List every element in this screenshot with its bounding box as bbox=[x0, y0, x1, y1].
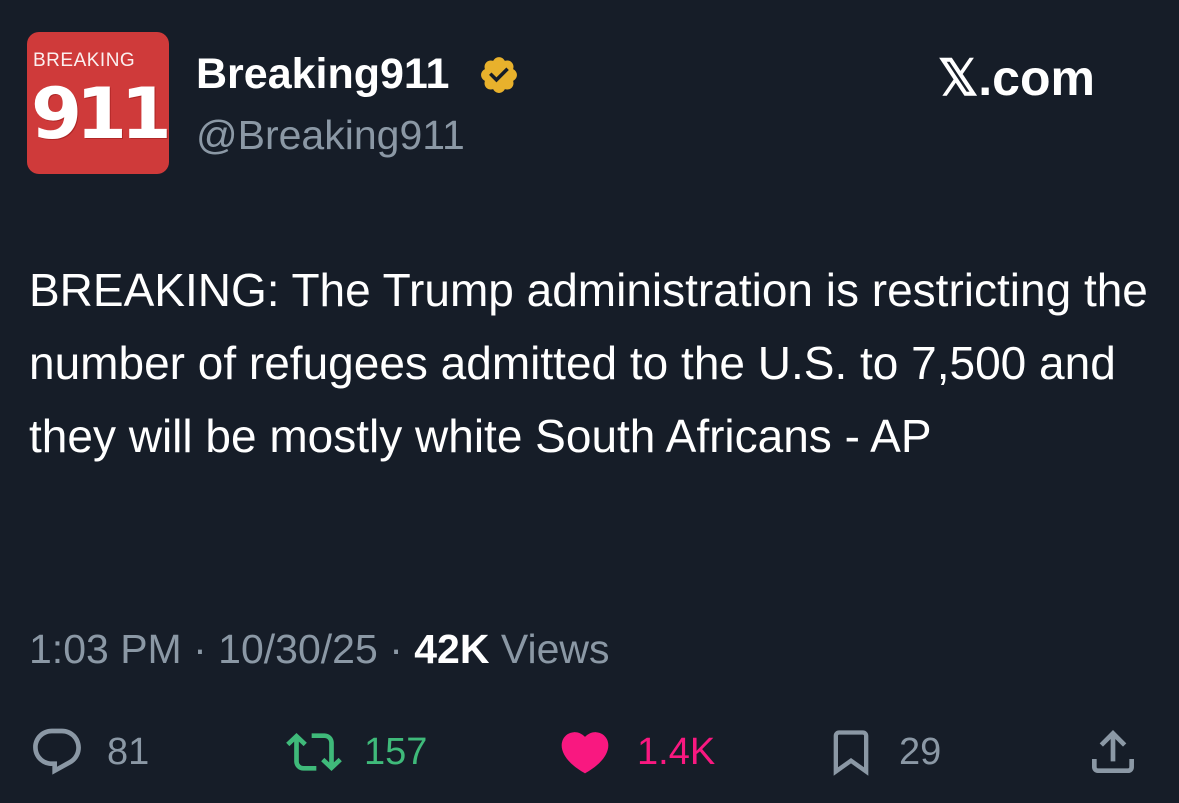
avatar-top-text: BREAKING bbox=[33, 50, 136, 71]
views-count: 42K bbox=[414, 626, 490, 672]
author-avatar[interactable]: BREAKING 911 bbox=[27, 32, 169, 174]
share-button[interactable] bbox=[1083, 724, 1143, 780]
share-icon bbox=[1092, 730, 1134, 773]
post-time[interactable]: 1:03 PM bbox=[29, 626, 182, 672]
like-button[interactable]: 1.4K bbox=[555, 724, 715, 780]
repost-count: 157 bbox=[364, 730, 428, 773]
bookmark-icon bbox=[833, 730, 869, 776]
reply-button[interactable]: 81 bbox=[29, 724, 149, 780]
author-display-name[interactable]: Breaking911 bbox=[196, 48, 449, 100]
bookmark-button[interactable]: 29 bbox=[825, 724, 941, 780]
reply-icon bbox=[33, 728, 81, 775]
x-com-brand: 𝕏.com bbox=[938, 50, 1095, 106]
bookmark-count: 29 bbox=[899, 730, 942, 773]
like-count: 1.4K bbox=[637, 730, 716, 773]
views-label: Views bbox=[500, 626, 610, 672]
repost-button[interactable]: 157 bbox=[286, 724, 427, 780]
verified-badge-icon bbox=[481, 57, 517, 93]
post-meta: 1:03 PM · 10/30/25 · 42K Views bbox=[29, 623, 610, 675]
reply-count: 81 bbox=[107, 730, 150, 773]
heart-icon bbox=[561, 732, 609, 774]
post-text: BREAKING: The Trump administration is re… bbox=[29, 264, 1148, 462]
meta-separator: · bbox=[389, 626, 403, 672]
author-handle[interactable]: @Breaking911 bbox=[196, 110, 465, 160]
repost-icon bbox=[286, 733, 342, 771]
avatar-number: 911 bbox=[31, 73, 169, 155]
post-date[interactable]: 10/30/25 bbox=[218, 626, 378, 672]
meta-separator: · bbox=[193, 626, 207, 672]
